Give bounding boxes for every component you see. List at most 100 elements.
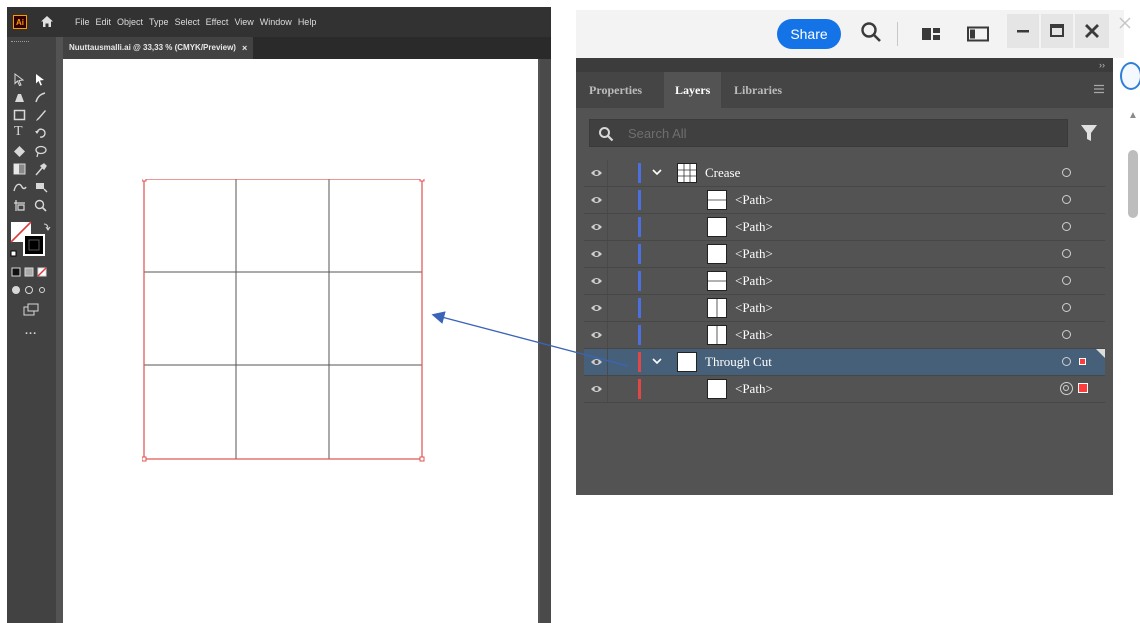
path-row[interactable]: <Path> bbox=[584, 268, 1105, 295]
live-paint-tool-icon[interactable] bbox=[34, 181, 48, 193]
menu-item-view[interactable]: View bbox=[234, 17, 253, 27]
tab-properties[interactable]: Properties bbox=[589, 72, 642, 108]
search-icon[interactable] bbox=[860, 21, 882, 43]
panel-menu-icon[interactable] bbox=[1093, 83, 1105, 95]
artboard[interactable] bbox=[63, 59, 538, 623]
artboard-tool-icon[interactable] bbox=[13, 199, 27, 212]
visibility-eye-icon[interactable] bbox=[590, 168, 603, 178]
chevron-down-icon[interactable] bbox=[652, 357, 662, 365]
direct-selection-tool-icon[interactable] bbox=[34, 73, 46, 86]
menu-item-object[interactable]: Object bbox=[117, 17, 143, 27]
target-circle-icon[interactable] bbox=[1062, 168, 1071, 177]
path-row[interactable]: <Path> bbox=[584, 322, 1105, 349]
vertical-scrollbar[interactable] bbox=[540, 59, 551, 623]
close-window-button[interactable] bbox=[1075, 14, 1109, 48]
arrange-documents-icon[interactable] bbox=[921, 26, 941, 42]
lock-toggle[interactable] bbox=[607, 349, 608, 375]
visibility-eye-icon[interactable] bbox=[590, 303, 603, 313]
zoom-tool-icon[interactable] bbox=[34, 199, 47, 212]
target-circle-icon[interactable] bbox=[1062, 249, 1071, 258]
target-circle-icon[interactable] bbox=[1062, 357, 1071, 366]
menu-item-edit[interactable]: Edit bbox=[96, 17, 112, 27]
target-circle-icon[interactable] bbox=[1062, 330, 1071, 339]
target-circle-icon[interactable] bbox=[1062, 303, 1071, 312]
lock-toggle[interactable] bbox=[607, 241, 608, 267]
visibility-eye-icon[interactable] bbox=[590, 357, 603, 367]
visibility-eye-icon[interactable] bbox=[590, 276, 603, 286]
visibility-eye-icon[interactable] bbox=[590, 384, 603, 394]
collapse-panel-icon[interactable]: ›› bbox=[1099, 58, 1105, 72]
home-icon[interactable] bbox=[40, 15, 54, 28]
menu-item-type[interactable]: Type bbox=[149, 17, 169, 27]
document-tab[interactable]: Nuuttausmalli.ai @ 33,33 % (CMYK/Preview… bbox=[63, 37, 254, 59]
screen-mode-icon[interactable] bbox=[23, 303, 39, 316]
fill-stroke-swatches[interactable] bbox=[10, 221, 54, 261]
menu-item-window[interactable]: Window bbox=[260, 17, 292, 27]
color-mode-icons[interactable] bbox=[11, 267, 51, 277]
close-icon[interactable]: × bbox=[242, 37, 247, 59]
document-tab-title: Nuuttausmalli.ai @ 33,33 % (CMYK/Preview… bbox=[69, 43, 236, 52]
gradient-tool-icon[interactable] bbox=[13, 163, 26, 175]
target-circle-icon[interactable] bbox=[1062, 276, 1071, 285]
selection-indicator[interactable] bbox=[1078, 383, 1088, 393]
tab-layers[interactable]: Layers bbox=[664, 72, 722, 108]
menu-item-select[interactable]: Select bbox=[175, 17, 200, 27]
lock-toggle[interactable] bbox=[607, 160, 608, 186]
scroll-thumb[interactable] bbox=[1128, 150, 1138, 218]
rotate-tool-icon[interactable] bbox=[34, 127, 47, 140]
curvature-tool-icon[interactable] bbox=[34, 91, 47, 104]
workspace-icon[interactable] bbox=[967, 26, 989, 42]
lock-toggle[interactable] bbox=[607, 187, 608, 213]
layer-color-bar bbox=[638, 217, 641, 237]
selection-indicator[interactable] bbox=[1079, 358, 1086, 365]
blend-tool-icon[interactable] bbox=[13, 181, 27, 193]
visibility-eye-icon[interactable] bbox=[590, 330, 603, 340]
type-tool-icon[interactable]: T bbox=[14, 125, 23, 139]
layer-row[interactable]: Through Cut bbox=[584, 349, 1105, 376]
layers-search-input[interactable]: Search All bbox=[589, 119, 1068, 147]
layer-row[interactable]: Crease bbox=[584, 160, 1105, 187]
layers-panel: ›› Properties Layers Libraries Search Al… bbox=[576, 58, 1113, 495]
draw-mode-icons[interactable] bbox=[11, 285, 51, 295]
eyedropper-tool-icon[interactable] bbox=[34, 163, 47, 176]
rectangle-tool-icon[interactable] bbox=[13, 109, 26, 121]
scroll-up-icon[interactable]: ▲ bbox=[1128, 110, 1138, 121]
paintbrush-tool-icon[interactable] bbox=[34, 109, 47, 122]
minimize-icon bbox=[1017, 30, 1029, 33]
visibility-eye-icon[interactable] bbox=[590, 222, 603, 232]
lock-toggle[interactable] bbox=[607, 322, 608, 348]
share-button[interactable]: Share bbox=[777, 19, 841, 49]
chevron-down-icon[interactable] bbox=[652, 168, 662, 176]
app-badge-icon[interactable] bbox=[1120, 62, 1140, 90]
tab-libraries[interactable]: Libraries bbox=[734, 72, 782, 108]
pen-tool-icon[interactable] bbox=[13, 91, 26, 104]
app-title-bar: Share bbox=[576, 10, 1124, 58]
path-row[interactable]: <Path> bbox=[584, 214, 1105, 241]
filter-icon[interactable] bbox=[1081, 124, 1097, 142]
toolbar-grip[interactable] bbox=[11, 41, 29, 44]
path-row[interactable]: <Path> bbox=[584, 376, 1105, 403]
lock-toggle[interactable] bbox=[607, 214, 608, 240]
more-tools-button[interactable]: ... bbox=[25, 325, 37, 337]
maximize-button[interactable] bbox=[1041, 14, 1073, 48]
panel-header: ›› bbox=[576, 58, 1113, 72]
path-row[interactable]: <Path> bbox=[584, 187, 1105, 214]
lock-toggle[interactable] bbox=[607, 268, 608, 294]
path-row[interactable]: <Path> bbox=[584, 295, 1105, 322]
target-circle-icon[interactable] bbox=[1060, 382, 1073, 395]
crease-grid-artwork[interactable] bbox=[142, 179, 426, 463]
visibility-eye-icon[interactable] bbox=[590, 195, 603, 205]
lock-toggle[interactable] bbox=[607, 295, 608, 321]
target-circle-icon[interactable] bbox=[1062, 222, 1071, 231]
menu-item-file[interactable]: File bbox=[75, 17, 90, 27]
visibility-eye-icon[interactable] bbox=[590, 249, 603, 259]
menu-item-effect[interactable]: Effect bbox=[206, 17, 229, 27]
selection-tool-icon[interactable] bbox=[13, 73, 25, 86]
menu-item-help[interactable]: Help bbox=[298, 17, 317, 27]
target-circle-icon[interactable] bbox=[1062, 195, 1071, 204]
lock-toggle[interactable] bbox=[607, 376, 608, 402]
eraser-tool-icon[interactable] bbox=[13, 145, 26, 158]
path-row[interactable]: <Path> bbox=[584, 241, 1105, 268]
lasso-tool-icon[interactable] bbox=[34, 145, 47, 158]
minimize-button[interactable] bbox=[1007, 14, 1039, 48]
